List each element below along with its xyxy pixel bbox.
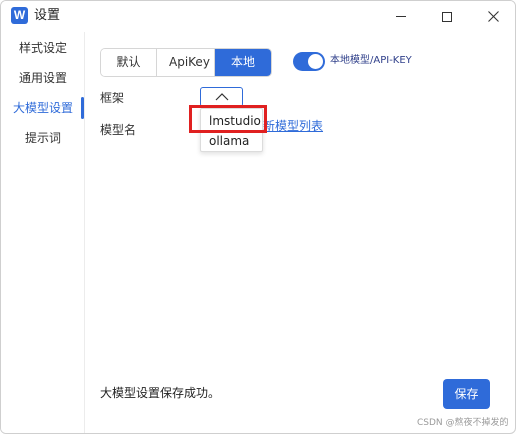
refresh-model-list-link[interactable]: 新模型列表 — [263, 118, 323, 134]
toggle-knob — [308, 54, 323, 69]
settings-sidebar: 样式设定 通用设置 大模型设置 提示词 — [1, 32, 85, 433]
close-button[interactable] — [470, 1, 515, 32]
save-button[interactable]: 保存 — [443, 379, 490, 409]
minimize-icon — [396, 16, 406, 17]
title-bar: W 设置 — [1, 1, 515, 32]
wps-app-icon: W — [11, 7, 28, 24]
framework-label: 框架 — [100, 91, 125, 105]
sidebar-item-style[interactable]: 样式设定 — [1, 36, 85, 60]
sidebar-item-prompts[interactable]: 提示词 — [1, 126, 85, 150]
tab-default[interactable]: 默认 — [101, 49, 157, 76]
window-title: 设置 — [34, 8, 61, 23]
status-message: 大模型设置保存成功。 — [100, 386, 221, 400]
toggle-label: 本地模型/API-KEY — [330, 55, 412, 66]
local-model-toggle[interactable] — [293, 52, 325, 71]
maximize-icon — [442, 11, 452, 22]
mode-tabs: 默认 ApiKey 本地 — [100, 48, 272, 77]
watermark: CSDN @熬夜不掉发的 — [417, 418, 509, 428]
sidebar-item-general[interactable]: 通用设置 — [1, 66, 85, 90]
settings-window: W 设置 样式设定 通用设置 大模型设置 提示词 默认 ApiKey 本地 本地… — [0, 0, 516, 434]
close-icon — [487, 11, 499, 22]
model-name-label: 模型名 — [100, 123, 137, 137]
annotation-highlight-box — [189, 105, 267, 133]
sidebar-active-indicator — [81, 97, 84, 119]
maximize-button[interactable] — [424, 1, 470, 32]
sidebar-item-llm[interactable]: 大模型设置 — [1, 96, 85, 120]
minimize-button[interactable] — [378, 1, 424, 32]
dropdown-option-ollama[interactable]: ollama — [201, 132, 264, 150]
framework-select[interactable] — [200, 87, 243, 107]
tab-local[interactable]: 本地 — [215, 49, 271, 76]
tab-apikey[interactable]: ApiKey — [157, 49, 215, 76]
chevron-up-icon — [215, 93, 228, 101]
